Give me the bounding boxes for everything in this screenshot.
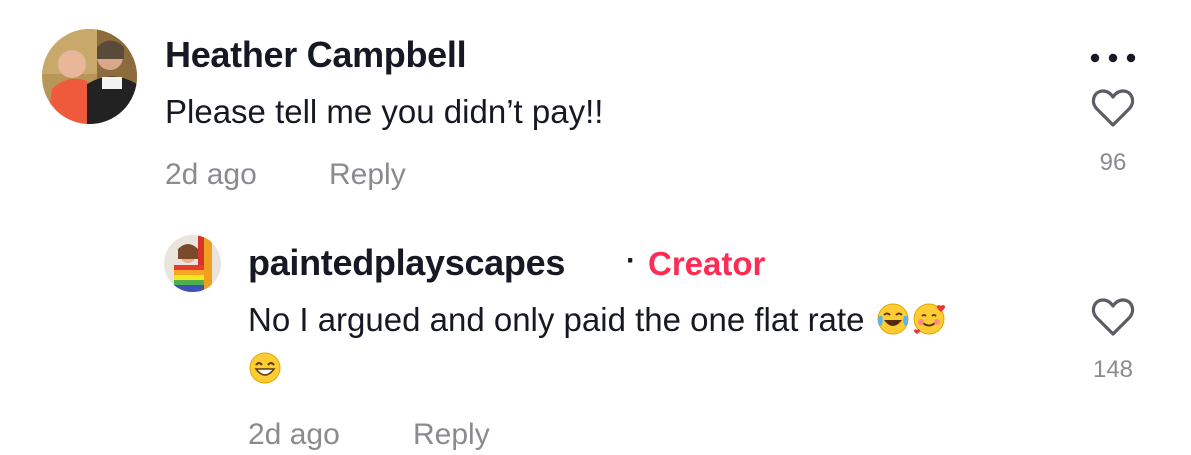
reply-text-line: No I argued and only paid the one flat r… bbox=[248, 301, 946, 339]
heart-outline-icon[interactable] bbox=[1091, 297, 1135, 337]
beaming-face-with-smiling-eyes-icon bbox=[249, 352, 281, 384]
reply-author[interactable]: paintedplayscapes bbox=[248, 242, 565, 284]
author-separator: · bbox=[626, 244, 636, 277]
creator-avatar[interactable] bbox=[164, 235, 221, 292]
comment-author[interactable]: Heather Campbell bbox=[165, 34, 467, 76]
like-count: 96 bbox=[1099, 149, 1127, 176]
reply-text-line-2 bbox=[248, 350, 282, 388]
more-options-icon[interactable] bbox=[1088, 51, 1138, 65]
reply-button[interactable]: Reply bbox=[329, 158, 406, 192]
creator-badge: Creator bbox=[648, 245, 766, 282]
reply-text: No I argued and only paid the one flat r… bbox=[248, 301, 865, 338]
heart-outline-icon[interactable] bbox=[1091, 88, 1135, 128]
comment-text: Please tell me you didn’t pay!! bbox=[165, 93, 604, 130]
reply-button[interactable]: Reply bbox=[413, 418, 490, 452]
smiling-face-with-hearts-icon bbox=[913, 303, 945, 335]
commenter-avatar[interactable] bbox=[42, 29, 137, 124]
reply-timestamp: 2d ago bbox=[248, 418, 340, 451]
comment-timestamp: 2d ago bbox=[165, 158, 257, 191]
face-with-tears-of-joy-icon bbox=[877, 303, 909, 335]
like-count: 148 bbox=[1092, 356, 1134, 383]
comment-thread: Heather Campbell Please tell me you didn… bbox=[0, 0, 1191, 455]
